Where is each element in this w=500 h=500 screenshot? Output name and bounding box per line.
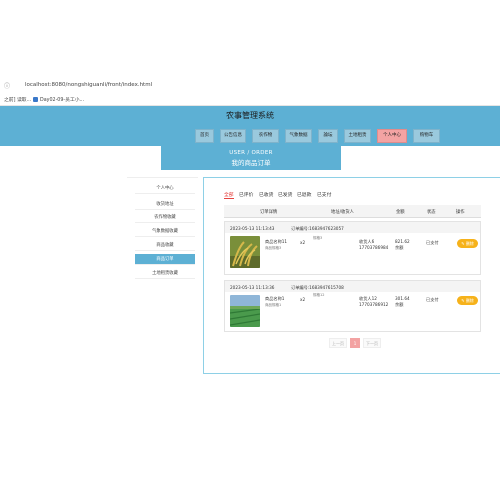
pagination-prev[interactable]: 上一页 — [329, 338, 347, 348]
order-header: 2023-05-13 11:13:43 订单编号:1683947623057 — [225, 222, 480, 233]
nav-land-lease[interactable]: 土地租赁 — [344, 129, 371, 143]
orders-panel: 全部 已评价 已收货 已发货 已退款 已支付 订单详情 地址/收货人 金额 状态… — [203, 177, 500, 374]
nav-forum[interactable]: 論坛 — [318, 129, 338, 143]
tab-refunded[interactable]: 已退款 — [297, 191, 311, 198]
bookmark-item-1[interactable]: Day02-09-员工小... — [33, 96, 84, 103]
col-status: 状态 — [427, 210, 436, 215]
page-title: 我的商品订单 — [231, 159, 271, 167]
sidebar-item-address[interactable]: 收货地址 — [135, 199, 195, 210]
order-time: 2023-05-13 11:13:36 — [230, 284, 275, 290]
col-amount: 金额 — [396, 210, 405, 215]
sidebar-item-personal-center[interactable]: 个人中心 — [135, 183, 195, 194]
product-spec-label: 商品规格1 — [265, 303, 282, 307]
receiver-phone: 17703786984 — [359, 245, 389, 250]
col-order-details: 订单详情 — [260, 210, 278, 215]
product-spec-tag: 规格12 — [313, 293, 325, 297]
sidebar-item-goods-orders[interactable]: 商品订单 — [135, 254, 195, 265]
tab-all[interactable]: 全部 — [224, 191, 234, 199]
sidebar-item-land-favorites[interactable]: 土地租赁收藏 — [135, 268, 195, 279]
product-spec-tag: 规格3 — [313, 236, 323, 240]
order-card: 2023-05-13 11:13:43 订单编号:1683947623057 商… — [224, 221, 481, 275]
order-card: 2023-05-13 11:13:36 订单编号:1683947615708 商… — [224, 280, 481, 332]
tab-paid[interactable]: 已支付 — [317, 191, 331, 198]
banner-subtitle: USER / ORDER — [229, 150, 273, 156]
product-quantity: x2 — [300, 240, 306, 245]
col-actions: 操作 — [456, 210, 465, 215]
nav-announcements[interactable]: 公告信息 — [220, 129, 246, 143]
order-number: 订单编号:1683947623057 — [291, 225, 344, 231]
delete-order-button[interactable]: ✎ 删除 — [457, 296, 478, 305]
product-spec-label: 商品规格3 — [265, 246, 282, 250]
info-icon: ⓘ — [4, 83, 11, 90]
nav-personal-center[interactable]: 个人中心 — [377, 129, 407, 143]
nav-crops[interactable]: 农作物 — [252, 129, 279, 143]
site-title: 农事管理系统 — [226, 111, 274, 120]
delete-order-button[interactable]: ✎ 删除 — [457, 239, 478, 248]
payment-method: 余额 — [395, 245, 404, 250]
receiver-phone: 17703786912 — [359, 302, 389, 307]
site-header: 农事管理系统 — [0, 106, 500, 126]
payment-method: 余额 — [395, 302, 404, 307]
order-status: 已支付 — [426, 240, 439, 245]
tab-received[interactable]: 已收货 — [259, 191, 273, 198]
bookmark-icon — [33, 97, 38, 102]
orders-table-header: 订单详情 地址/收货人 金额 状态 操作 — [224, 205, 481, 218]
address-url[interactable]: localhost:8080/nongshiguanli/front/index… — [25, 82, 152, 88]
page-banner: USER / ORDER 我的商品订单 — [161, 146, 341, 170]
pagination-next[interactable]: 下一页 — [363, 338, 381, 348]
bookmarks-bar: 之前] 读取... Day02-09-员工小... — [0, 92, 500, 106]
product-image-rice[interactable] — [230, 236, 260, 268]
order-status: 已支付 — [426, 297, 439, 302]
bookmark-item-0[interactable]: 之前] 读取... — [4, 96, 31, 103]
order-time: 2023-05-13 11:13:43 — [230, 225, 275, 231]
tab-shipped[interactable]: 已发货 — [278, 191, 292, 198]
nav-home[interactable]: 首页 — [195, 129, 214, 143]
sidebar-item-crop-favorites[interactable]: 农作物收藏 — [135, 212, 195, 223]
nav-weather[interactable]: 气象数据 — [285, 129, 312, 143]
col-address: 地址/收货人 — [331, 210, 354, 215]
sidebar-item-goods-favorites[interactable]: 商品收藏 — [135, 240, 195, 251]
order-header: 2023-05-13 11:13:36 订单编号:1683947615708 — [225, 281, 480, 292]
main-nav: 首页 公告信息 农作物 气象数据 論坛 土地租赁 个人中心 购物车 — [0, 126, 500, 146]
sidebar-item-weather-favorites[interactable]: 气象数据收藏 — [135, 226, 195, 237]
product-quantity: x2 — [300, 297, 306, 302]
product-image-field[interactable] — [230, 295, 260, 327]
nav-cart[interactable]: 购物车 — [413, 129, 440, 143]
tab-reviewed[interactable]: 已评价 — [239, 191, 253, 198]
browser-address-bar[interactable]: ⓘ localhost:8080/nongshiguanli/front/ind… — [0, 78, 500, 92]
pagination-page-current[interactable]: 1 — [350, 338, 360, 348]
sidebar: 个人中心 收货地址 农作物收藏 气象数据收藏 商品收藏 商品订单 土地租赁收藏 — [127, 177, 198, 371]
order-number: 订单编号:1683947615708 — [291, 284, 344, 290]
